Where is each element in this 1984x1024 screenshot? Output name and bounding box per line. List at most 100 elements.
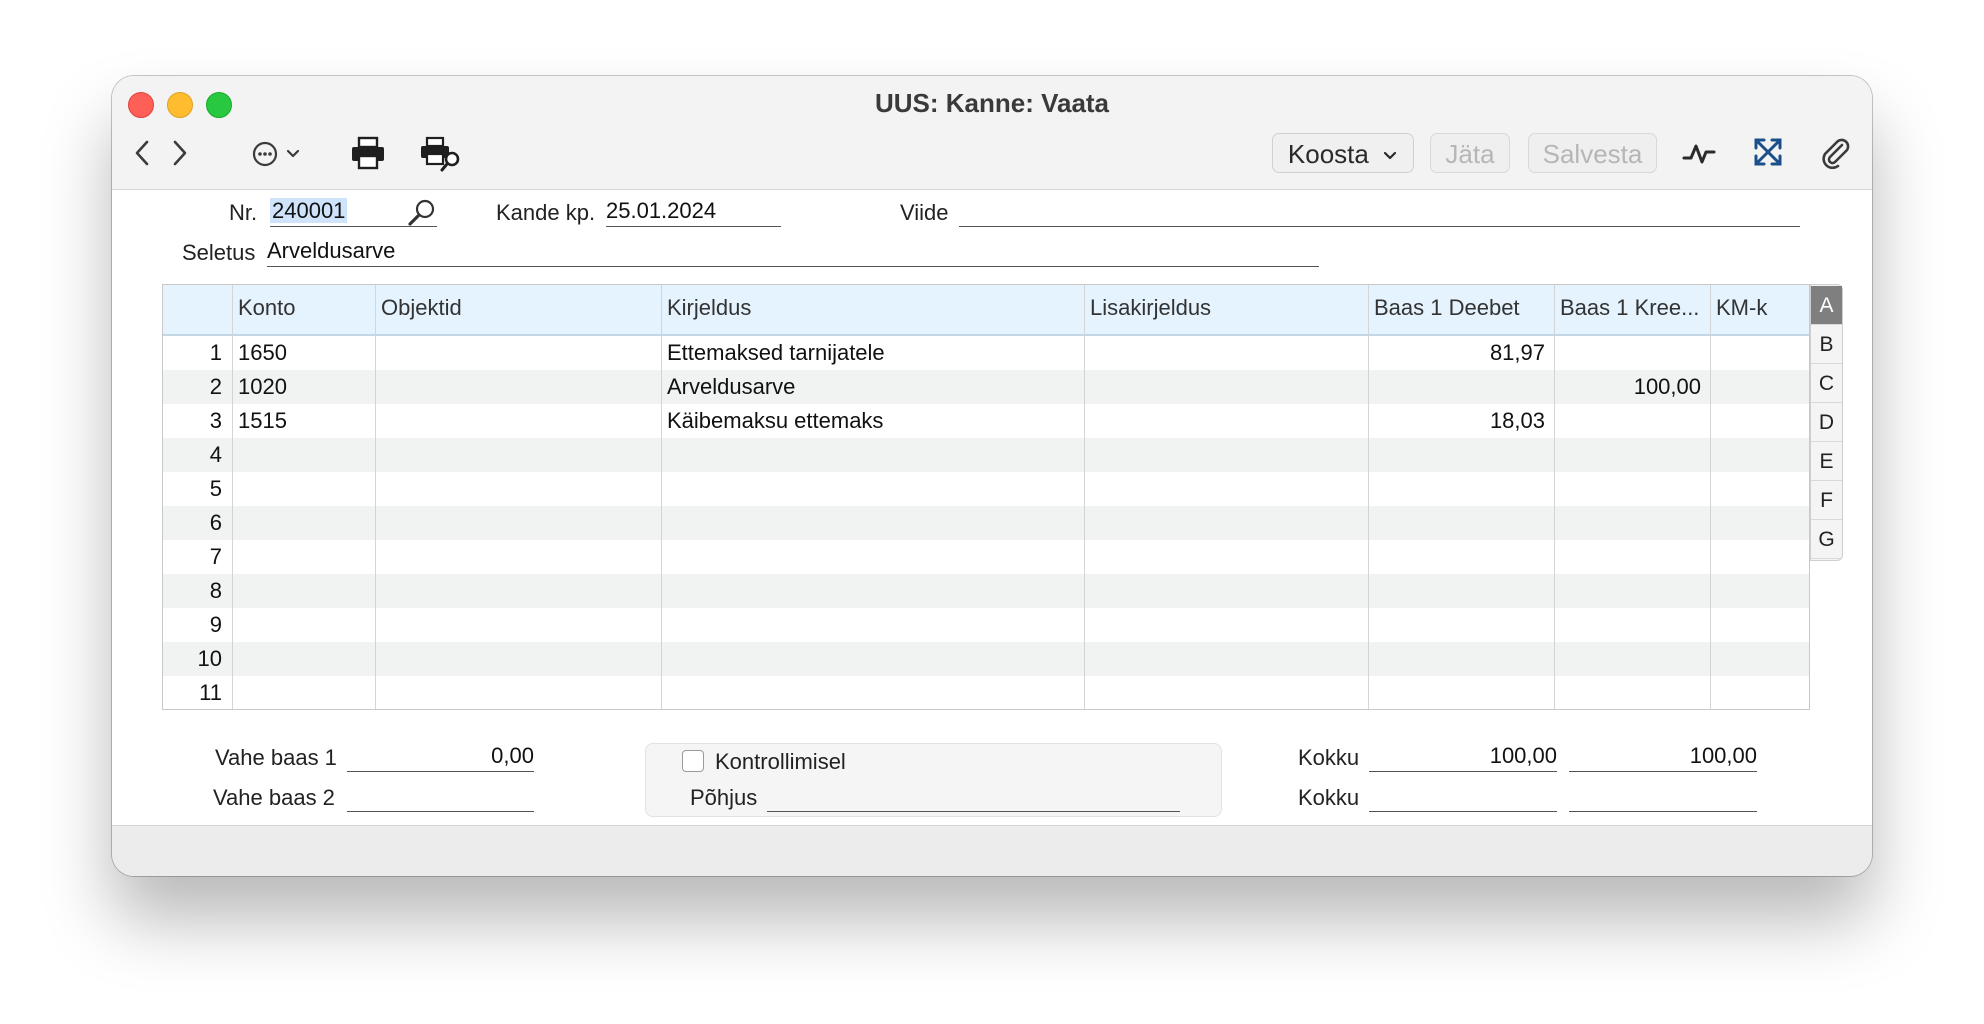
activity-icon[interactable] [1682,138,1716,168]
table-row[interactable]: 4 [163,438,1809,472]
cell-konto[interactable] [232,506,375,540]
cell-kirjeldus[interactable] [661,506,1084,540]
cell-kreedit[interactable] [1554,506,1710,540]
cell-kreedit[interactable]: 100,00 [1554,370,1710,404]
cell-kmk[interactable] [1710,404,1811,438]
column-header[interactable]: Objektid [375,285,661,334]
cell-konto[interactable] [232,438,375,472]
cell-kreedit[interactable] [1554,574,1710,608]
expand-arrows-icon[interactable] [1752,136,1784,168]
table-row[interactable]: 3 1515 Käibemaksu ettemaks 18,03 [163,404,1809,438]
cell-kmk[interactable] [1710,608,1811,642]
cell-konto[interactable] [232,676,375,710]
cell-kmk[interactable] [1710,676,1811,710]
print-preview-icon[interactable] [420,136,464,172]
cell-konto[interactable]: 1650 [232,336,375,370]
table-row[interactable]: 8 [163,574,1809,608]
table-row[interactable]: 7 [163,540,1809,574]
table-row[interactable]: 2 1020 Arveldusarve 100,00 [163,370,1809,404]
cell-kirjeldus[interactable]: Käibemaksu ettemaks [661,404,1084,438]
cell-kreedit[interactable] [1554,642,1710,676]
cell-lisakirjeldus[interactable] [1084,676,1368,710]
column-header[interactable] [163,285,232,334]
cell-deebet[interactable] [1368,438,1554,472]
kokku1-deebet-field[interactable]: 100,00 [1369,743,1557,772]
cell-kirjeldus[interactable]: Arveldusarve [661,370,1084,404]
cell-kirjeldus[interactable] [661,676,1084,710]
page-tab-a[interactable]: A [1811,286,1842,325]
cell-deebet[interactable] [1368,642,1554,676]
cell-kirjeldus[interactable] [661,642,1084,676]
cell-kirjeldus[interactable] [661,574,1084,608]
cell-kmk[interactable] [1710,506,1811,540]
table-row[interactable]: 11 [163,676,1809,710]
page-tab-f[interactable]: F [1811,481,1842,520]
cell-kmk[interactable] [1710,336,1811,370]
vahe-baas2-field[interactable] [347,783,534,812]
column-header[interactable]: Konto [232,285,375,334]
pohjus-field[interactable] [767,783,1180,812]
cell-lisakirjeldus[interactable] [1084,472,1368,506]
cell-kreedit[interactable] [1554,676,1710,710]
koosta-button[interactable]: Koosta [1272,133,1414,173]
kokku2-deebet-field[interactable] [1369,783,1557,812]
kokku1-kreedit-field[interactable]: 100,00 [1569,743,1757,772]
cell-konto[interactable]: 1515 [232,404,375,438]
cell-lisakirjeldus[interactable] [1084,642,1368,676]
cell-konto[interactable] [232,574,375,608]
page-tab-c[interactable]: C [1811,364,1842,403]
cell-kirjeldus[interactable] [661,438,1084,472]
page-tab-e[interactable]: E [1811,442,1842,481]
cell-konto[interactable] [232,540,375,574]
cell-lisakirjeldus[interactable] [1084,608,1368,642]
cell-objektid[interactable] [375,676,661,710]
search-icon[interactable] [406,198,436,228]
cell-objektid[interactable] [375,608,661,642]
paperclip-icon[interactable] [1818,135,1852,170]
cell-kreedit[interactable] [1554,540,1710,574]
kontrollimisel-checkbox[interactable] [682,750,704,772]
viide-field[interactable] [959,198,1800,227]
cell-kreedit[interactable] [1554,404,1710,438]
cell-kirjeldus[interactable] [661,608,1084,642]
cell-lisakirjeldus[interactable] [1084,336,1368,370]
table-row[interactable]: 9 [163,608,1809,642]
cell-kreedit[interactable] [1554,438,1710,472]
cell-konto[interactable]: 1020 [232,370,375,404]
cell-kmk[interactable] [1710,540,1811,574]
table-row[interactable]: 10 [163,642,1809,676]
cell-kmk[interactable] [1710,642,1811,676]
chevron-right-icon[interactable] [168,138,190,168]
cell-lisakirjeldus[interactable] [1084,506,1368,540]
cell-objektid[interactable] [375,540,661,574]
cell-kreedit[interactable] [1554,472,1710,506]
column-header[interactable]: Baas 1 Deebet [1368,285,1554,334]
cell-kirjeldus[interactable]: Ettemaksed tarnijatele [661,336,1084,370]
table-row[interactable]: 6 [163,506,1809,540]
cell-kmk[interactable] [1710,574,1811,608]
column-header[interactable]: Lisakirjeldus [1084,285,1368,334]
page-tab-g[interactable]: G [1811,520,1842,559]
cell-kreedit[interactable] [1554,336,1710,370]
cell-deebet[interactable] [1368,370,1554,404]
column-header[interactable]: KM-k [1710,285,1811,334]
kande-kp-field[interactable]: 25.01.2024 [606,198,781,227]
cell-kirjeldus[interactable] [661,540,1084,574]
cell-konto[interactable] [232,608,375,642]
salvesta-button[interactable]: Salvesta [1528,133,1657,173]
printer-icon[interactable] [350,136,386,170]
cell-objektid[interactable] [375,336,661,370]
page-tab-d[interactable]: D [1811,403,1842,442]
table-row[interactable]: 5 [163,472,1809,506]
cell-konto[interactable] [232,472,375,506]
cell-deebet[interactable]: 81,97 [1368,336,1554,370]
jata-button[interactable]: Jäta [1430,133,1510,173]
cell-objektid[interactable] [375,404,661,438]
column-header[interactable]: Baas 1 Kree... [1554,285,1710,334]
cell-konto[interactable] [232,642,375,676]
page-tab-b[interactable]: B [1811,325,1842,364]
cell-lisakirjeldus[interactable] [1084,574,1368,608]
cell-kirjeldus[interactable] [661,472,1084,506]
cell-objektid[interactable] [375,370,661,404]
cell-deebet[interactable] [1368,540,1554,574]
